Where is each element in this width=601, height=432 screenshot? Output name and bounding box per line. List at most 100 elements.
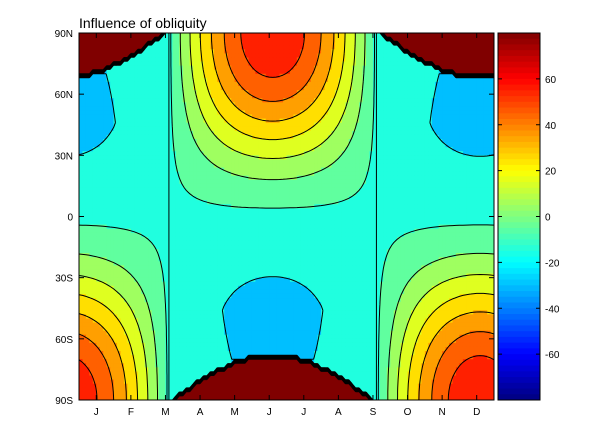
field-cell bbox=[200, 192, 205, 197]
field-cell bbox=[289, 139, 295, 144]
field-cell bbox=[296, 167, 301, 173]
field-cell bbox=[279, 57, 284, 63]
field-cell bbox=[134, 151, 139, 156]
field-cell bbox=[379, 196, 384, 201]
field-cell bbox=[379, 114, 384, 120]
field-cell bbox=[283, 102, 288, 107]
field-cell bbox=[324, 90, 329, 95]
field-cell bbox=[397, 94, 402, 99]
field-cell bbox=[334, 110, 339, 116]
field-cell bbox=[196, 183, 201, 189]
field-cell bbox=[175, 118, 180, 124]
field-cell bbox=[462, 45, 467, 50]
field-cell bbox=[366, 192, 371, 197]
field-cell bbox=[200, 86, 205, 91]
field-cell bbox=[158, 81, 163, 87]
field-cell bbox=[487, 163, 492, 169]
field-cell bbox=[85, 196, 90, 201]
field-cell bbox=[483, 37, 488, 42]
field-cell bbox=[362, 151, 367, 156]
field-cell bbox=[324, 192, 329, 197]
field-cell bbox=[283, 45, 288, 50]
field-cell bbox=[307, 143, 312, 148]
field-cell bbox=[200, 143, 205, 148]
field-cell bbox=[397, 49, 402, 54]
field-cell bbox=[196, 57, 201, 63]
field-cell bbox=[400, 183, 405, 189]
field-cell bbox=[390, 49, 395, 54]
field-cell bbox=[227, 155, 232, 161]
field-cell bbox=[466, 102, 471, 107]
field-cell bbox=[300, 65, 305, 71]
field-cell bbox=[272, 45, 277, 50]
field-cell bbox=[379, 106, 384, 112]
field-cell bbox=[144, 151, 149, 156]
field-cell bbox=[417, 77, 422, 83]
field-cell bbox=[283, 130, 288, 136]
field-cell bbox=[224, 73, 229, 79]
field-cell bbox=[151, 163, 156, 169]
field-cell bbox=[307, 90, 312, 95]
field-cell bbox=[141, 33, 146, 38]
field-cell bbox=[296, 183, 301, 189]
field-cell bbox=[473, 110, 478, 116]
field-cell bbox=[272, 57, 277, 63]
field-cell bbox=[338, 134, 343, 140]
field-cell bbox=[421, 98, 426, 103]
field-cell bbox=[487, 147, 492, 152]
field-cell bbox=[137, 143, 142, 148]
field-cell bbox=[251, 49, 256, 54]
field-cell bbox=[424, 171, 429, 177]
field-cell bbox=[442, 175, 447, 181]
field-cell bbox=[469, 171, 474, 177]
field-cell bbox=[85, 81, 90, 87]
field-cell bbox=[359, 155, 364, 161]
field-cell bbox=[234, 114, 239, 120]
field-cell bbox=[393, 139, 398, 144]
field-cell bbox=[390, 110, 395, 116]
field-cell bbox=[286, 200, 291, 205]
field-cell bbox=[106, 41, 111, 46]
field-cell bbox=[168, 151, 173, 156]
field-cell bbox=[175, 81, 180, 87]
field-cell bbox=[449, 77, 454, 83]
field-cell bbox=[376, 126, 381, 132]
field-cell bbox=[449, 139, 454, 144]
field-cell bbox=[220, 45, 225, 50]
field-cell bbox=[148, 126, 153, 132]
field-cell bbox=[117, 33, 122, 38]
field-cell bbox=[411, 41, 416, 46]
field-cell bbox=[79, 61, 84, 67]
field-cell bbox=[203, 147, 208, 152]
field-cell bbox=[362, 122, 367, 128]
field-cell bbox=[96, 200, 101, 205]
field-cell bbox=[262, 81, 267, 87]
field-cell bbox=[400, 110, 405, 116]
field-cell bbox=[162, 143, 167, 148]
field-cell bbox=[272, 163, 277, 169]
field-cell bbox=[421, 196, 426, 201]
field-cell bbox=[334, 175, 339, 181]
field-cell bbox=[141, 196, 146, 201]
field-cell bbox=[317, 61, 322, 67]
field-cell bbox=[473, 147, 478, 152]
field-cell bbox=[241, 37, 246, 42]
field-cell bbox=[106, 106, 111, 112]
field-cell bbox=[362, 196, 367, 201]
field-cell bbox=[417, 171, 422, 177]
field-cell bbox=[155, 122, 160, 128]
field-cell bbox=[182, 159, 187, 165]
field-cell bbox=[110, 57, 115, 63]
field-cell bbox=[328, 110, 333, 116]
field-cell bbox=[400, 114, 405, 120]
field-cell bbox=[404, 192, 409, 197]
field-cell bbox=[99, 155, 104, 161]
field-cell bbox=[476, 65, 481, 71]
field-cell bbox=[362, 163, 367, 169]
field-cell bbox=[397, 179, 402, 185]
field-cell bbox=[393, 143, 398, 148]
field-cell bbox=[117, 175, 122, 181]
field-cell bbox=[466, 81, 471, 87]
field-cell bbox=[334, 151, 339, 156]
field-cell bbox=[310, 94, 315, 99]
